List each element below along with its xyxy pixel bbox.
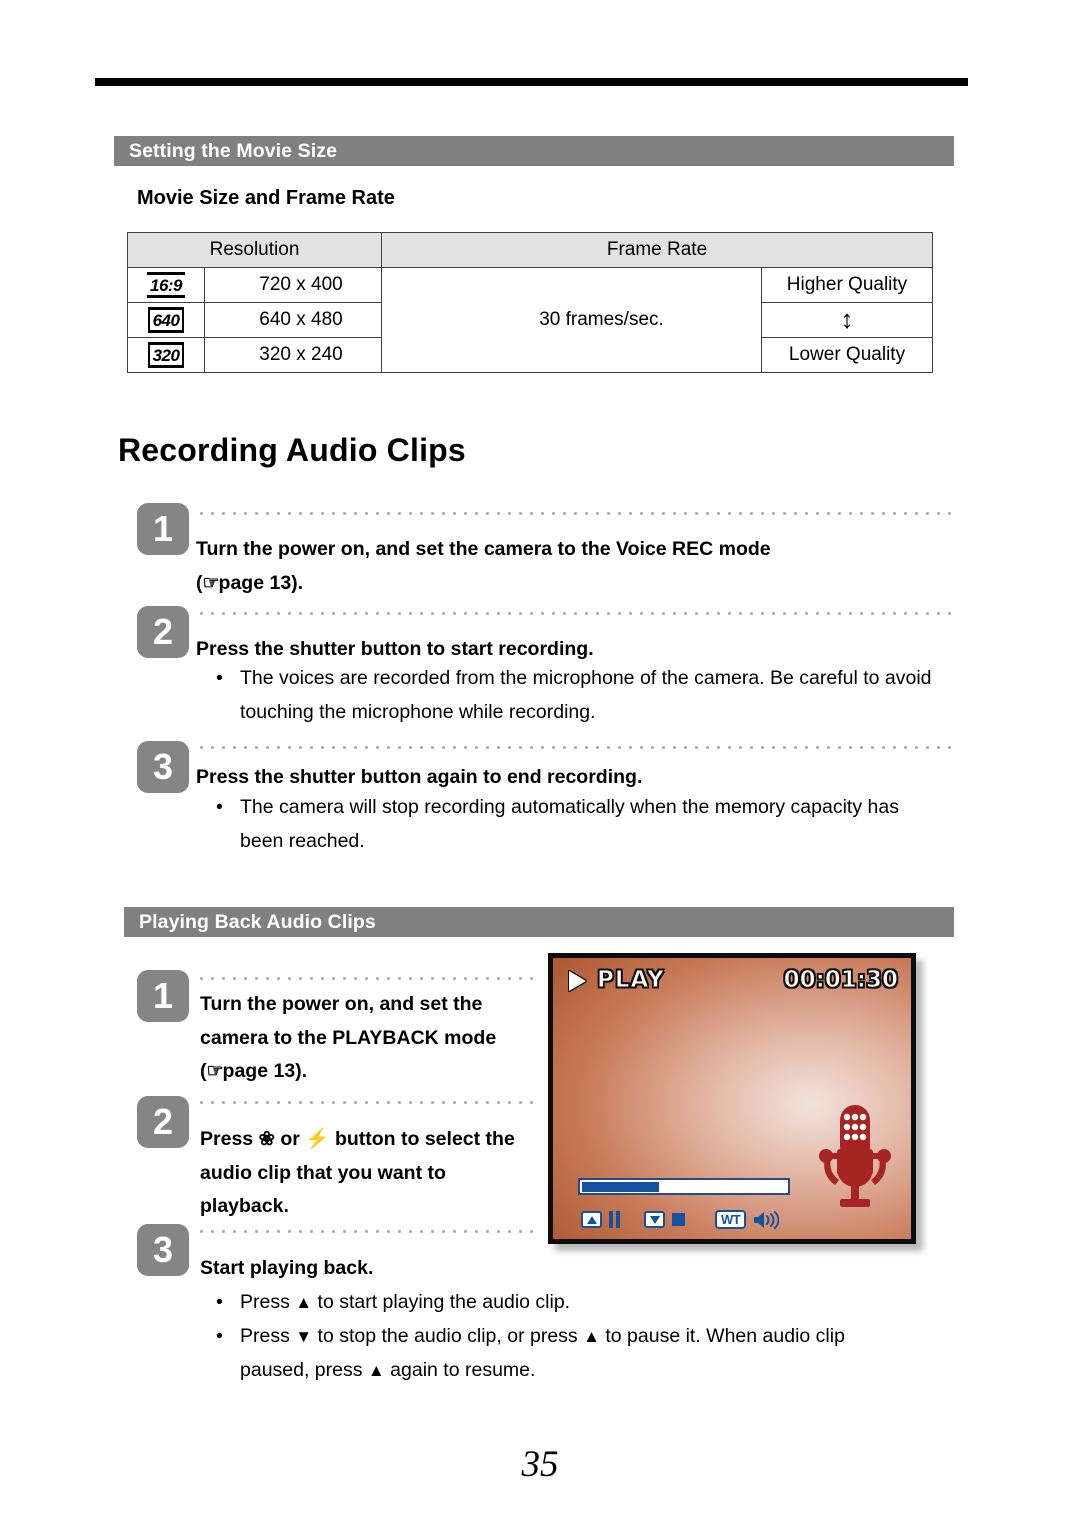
- step-3-bullet-text: The camera will stop recording automatic…: [240, 796, 899, 852]
- playback-bullet-2-line2-pre: paused, press: [240, 1358, 363, 1381]
- playback-step-number-2: 2: [137, 1096, 189, 1148]
- step-2-bullet-text: The voices are recorded from the microph…: [240, 667, 932, 723]
- lcd-timer: 00:01:30: [783, 967, 898, 994]
- bullet-dot: •: [216, 796, 223, 818]
- column-header-frame-rate: Frame Rate: [381, 232, 933, 268]
- resolution-badge-16-9-icon: 16:9: [146, 272, 186, 298]
- table-header-row: Resolution Frame Rate: [127, 232, 933, 268]
- lcd-mode-label: PLAY: [597, 967, 665, 994]
- section-header-playing-back-audio-clips: Playing Back Audio Clips: [124, 907, 954, 937]
- lcd-play-up-button[interactable]: [581, 1211, 602, 1228]
- playback-bullet-1-pre: Press: [240, 1291, 290, 1313]
- page-number: 35: [521, 1444, 559, 1485]
- lcd-pause-icon[interactable]: [609, 1211, 620, 1228]
- up-triangle-icon: ▲: [583, 1327, 600, 1346]
- playback-bullet-1-post: to start playing the audio clip.: [317, 1291, 571, 1313]
- step-divider-dots: [196, 1101, 541, 1104]
- down-triangle-icon: ▼: [295, 1327, 313, 1346]
- macro-flower-icon: ❀: [258, 1128, 275, 1150]
- quality-arrow-stack: ↕: [762, 304, 932, 335]
- step-divider-dots: [196, 746, 956, 749]
- up-triangle-icon: ▲: [367, 1360, 385, 1380]
- playback-step-2-line-3: playback.: [200, 1195, 289, 1218]
- up-triangle-icon: ▲: [295, 1293, 313, 1312]
- playback-step-1-instruction: Turn the power on, and set the camera to…: [200, 988, 545, 1089]
- playback-bullet-2: • Press ▼ to stop the audio clip, or pre…: [216, 1320, 950, 1387]
- resolution-badge-cell: 320: [127, 337, 205, 373]
- step-divider-dots: [196, 612, 956, 615]
- bullet-dot: •: [216, 1325, 223, 1347]
- pointing-hand-icon: ☞: [206, 1061, 224, 1083]
- resolution-badge-320-icon: 320: [147, 342, 185, 368]
- lcd-screen: PLAY 00:01:30 WT: [553, 958, 911, 1239]
- microphone-icon: [819, 1105, 891, 1207]
- playback-bullet-2-post2: to pause it. When audio clip: [605, 1325, 845, 1347]
- playback-step-number-1: 1: [137, 970, 189, 1022]
- playback-bullet-2-post: to stop the audio clip, or press: [317, 1325, 578, 1347]
- step-1-instruction: Turn the power on, and set the camera to…: [196, 533, 956, 600]
- step-1-line-1: Turn the power on, and set the camera to…: [196, 538, 771, 560]
- lcd-control-row: WT: [581, 1210, 780, 1229]
- lcd-stop-icon[interactable]: [672, 1213, 685, 1226]
- quality-lower-label: Lower Quality: [761, 337, 933, 373]
- step-2-bullet: • The voices are recorded from the micro…: [216, 662, 940, 729]
- resolution-value: 640 x 480: [204, 302, 382, 338]
- playback-step-1-line-1: Turn the power on, and set the: [200, 993, 483, 1015]
- lcd-down-button[interactable]: [644, 1211, 665, 1228]
- playback-progress-fill: [581, 1181, 660, 1192]
- resolution-value: 720 x 400: [204, 267, 382, 303]
- flash-bolt-icon: ⚡: [305, 1128, 330, 1150]
- table-row: 16:9 720 x 400 30 frames/sec. Higher Qua…: [127, 267, 933, 373]
- step-3-instruction: Press the shutter button again to end re…: [196, 766, 643, 788]
- playback-step-1-page-ref: page 13).: [222, 1060, 308, 1083]
- step-1-page-ref: page 13).: [218, 571, 304, 594]
- sub-heading-movie-size-frame-rate: Movie Size and Frame Rate: [137, 187, 395, 209]
- top-divider-rule: [95, 78, 968, 86]
- frame-rate-value: 30 frames/sec.: [381, 267, 762, 373]
- resolution-badge-cell: 640: [127, 302, 205, 338]
- lcd-speaker-icon: [753, 1210, 780, 1229]
- or-word: or: [280, 1128, 300, 1150]
- press-word: Press: [200, 1128, 254, 1150]
- playback-bullet-2-pre: Press: [240, 1325, 290, 1347]
- camera-lcd-preview: PLAY 00:01:30 WT: [548, 953, 916, 1244]
- quality-double-arrow-icon: ↕: [840, 304, 854, 335]
- step-divider-dots: [196, 1230, 541, 1233]
- playback-bullet-1: • Press ▲ to start playing the audio cli…: [216, 1286, 940, 1320]
- column-header-resolution: Resolution: [127, 232, 382, 268]
- playback-step-number-3: 3: [137, 1224, 189, 1276]
- resolution-badge-640-icon: 640: [147, 307, 185, 333]
- resolution-value: 320 x 240: [204, 337, 382, 373]
- bullet-dot: •: [216, 667, 223, 689]
- section-header-setting-movie-size: Setting the Movie Size: [114, 136, 954, 166]
- page-title-recording-audio-clips: Recording Audio Clips: [118, 432, 466, 468]
- step-number-2: 2: [137, 606, 189, 658]
- play-triangle-icon: [569, 971, 586, 991]
- lcd-zoom-wt-button[interactable]: WT: [715, 1210, 747, 1229]
- playback-step-3-instruction: Start playing back.: [200, 1257, 374, 1279]
- step-3-bullet: • The camera will stop recording automat…: [216, 791, 940, 858]
- movie-size-table: Resolution Frame Rate 16:9 720 x 400 30 …: [127, 232, 933, 373]
- playback-progress-bar[interactable]: [578, 1178, 790, 1195]
- down-triangle-icon: [649, 1215, 660, 1224]
- bullet-dot: •: [216, 1291, 223, 1313]
- playback-bullet-2-line2-post: again to resume.: [390, 1358, 536, 1381]
- step-number-3: 3: [137, 741, 189, 793]
- pointing-hand-icon: ☞: [202, 572, 220, 594]
- playback-step-1-line-2: camera to the PLAYBACK mode: [200, 1026, 497, 1049]
- manual-page: Setting the Movie Size Movie Size and Fr…: [0, 0, 1080, 1527]
- step-divider-dots: [196, 512, 956, 515]
- resolution-badge-cell: 16:9: [127, 267, 205, 303]
- playback-step-2-instruction: Press ❀ or ⚡ button to select the audio …: [200, 1123, 550, 1224]
- up-triangle-icon: [586, 1215, 597, 1224]
- quality-arrow-cell: ↕: [761, 302, 933, 338]
- step-divider-dots: [196, 977, 541, 980]
- step-number-1: 1: [137, 503, 189, 555]
- playback-step-2-line-2: audio clip that you want to: [200, 1161, 446, 1184]
- playback-step-2-line-1-tail: button to select the: [334, 1128, 515, 1150]
- quality-higher-label: Higher Quality: [761, 267, 933, 303]
